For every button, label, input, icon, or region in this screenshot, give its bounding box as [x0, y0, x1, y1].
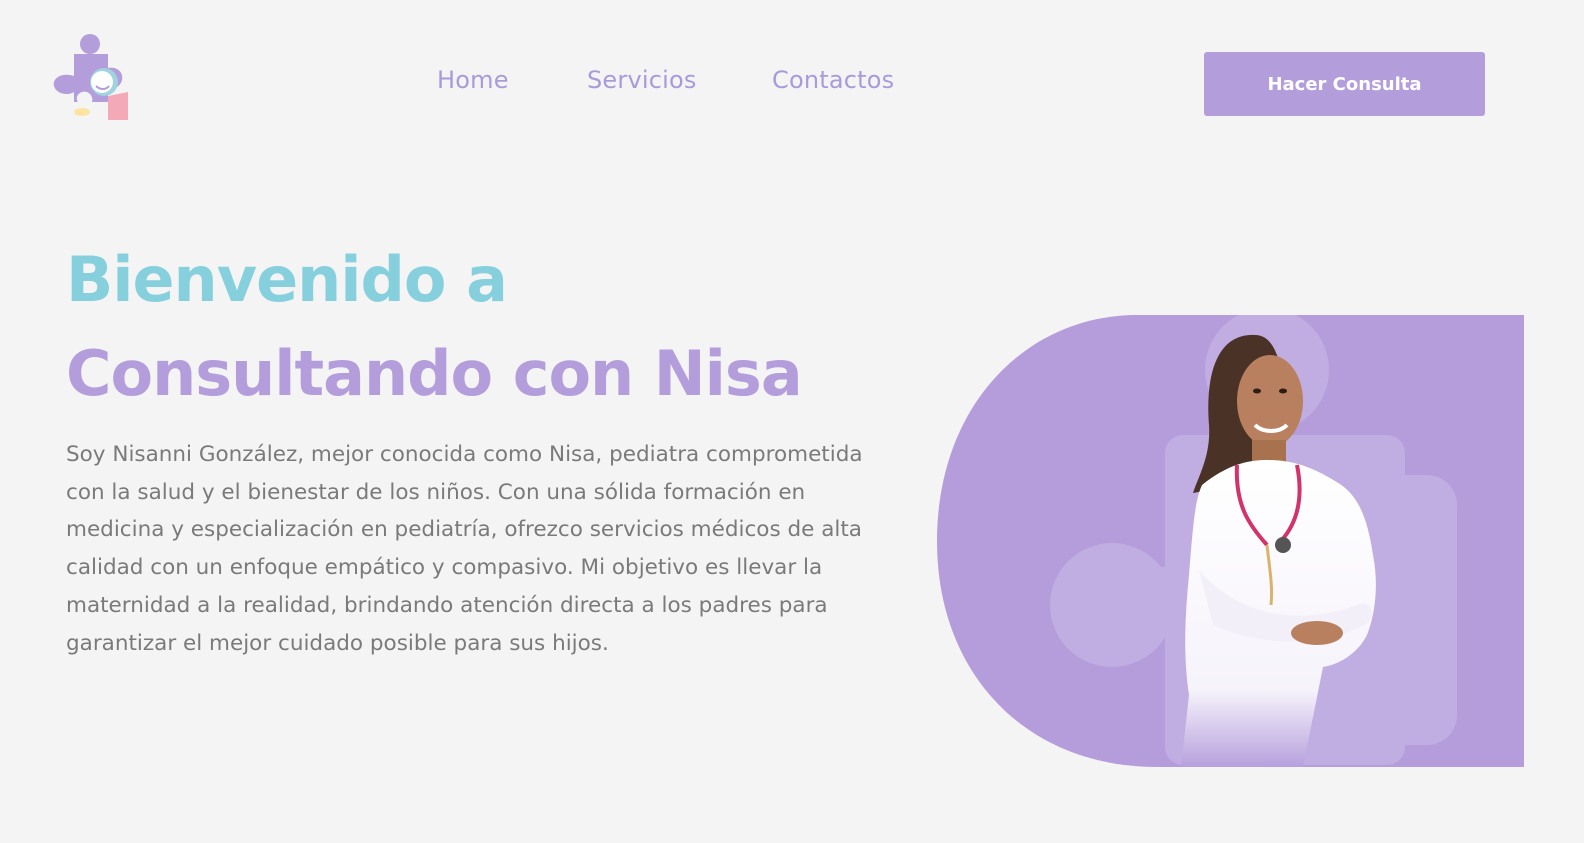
puzzle-logo-icon[interactable] — [52, 32, 132, 124]
hacer-consulta-button[interactable]: Hacer Consulta — [1204, 52, 1485, 116]
hero-title-line-1: Bienvenido a — [66, 243, 508, 316]
landing-page: Home Servicios Contactos Hacer Consulta … — [0, 0, 1584, 843]
nav-servicios-link[interactable]: Servicios — [587, 66, 697, 94]
nav-home-link[interactable]: Home — [437, 66, 509, 94]
doctor-hero-image — [937, 315, 1524, 767]
nav-contactos-link[interactable]: Contactos — [772, 66, 894, 94]
hero-description: Soy Nisanni González, mejor conocida com… — [66, 442, 863, 656]
hero-title-line-2: Consultando con Nisa — [66, 337, 803, 410]
